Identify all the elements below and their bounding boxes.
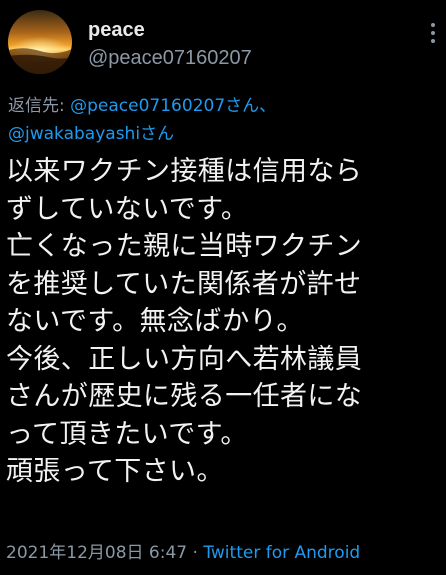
tweet-text-line: を推奨していた関係者が許せ — [6, 268, 362, 300]
source-link[interactable]: Twitter for Android — [203, 543, 360, 563]
timestamp[interactable]: 2021年12月08日 6:47 — [6, 543, 187, 563]
tweet-text-line: ないです。無念ばかり。 — [6, 306, 304, 337]
tweet: peace @peace07160207 返信先: @peace07160207… — [0, 0, 446, 575]
tweet-text-line: ずしていないです。 — [6, 193, 249, 225]
reply-prefix: 返信先: — [8, 96, 71, 116]
user-handle[interactable]: @peace07160207 — [88, 45, 252, 71]
tweet-text-line: って頂きたいです。 — [6, 418, 248, 450]
avatar[interactable] — [8, 10, 72, 74]
more-options-icon[interactable] — [428, 22, 438, 44]
tweet-text-line: さんが歴史に残る一任者にな — [6, 381, 363, 412]
mention-link[interactable]: @jwakabayashiさん — [8, 124, 174, 144]
sunset-avatar-icon — [8, 10, 72, 74]
display-name[interactable]: peace — [88, 18, 252, 42]
reply-context: 返信先: @peace07160207さん、 @jwakabayashiさん — [8, 92, 438, 148]
tweet-text-line: 頑張って下さい。 — [6, 456, 224, 487]
tweet-text: 以来ワクチン接種は信用なら ずしていないです。 亡くなった親に当時ワクチン を推… — [6, 153, 440, 491]
tweet-meta: 2021年12月08日 6:47 · Twitter for Android — [6, 540, 442, 566]
author-names: peace @peace07160207 — [88, 18, 252, 71]
tweet-text-line: 亡くなった親に当時ワクチン — [6, 231, 363, 262]
tweet-header: peace @peace07160207 — [8, 10, 438, 76]
mention-link[interactable]: @peace07160207さん、 — [70, 96, 276, 116]
meta-separator: · — [187, 543, 204, 563]
tweet-text-line: 以来ワクチン接種は信用なら — [6, 156, 363, 187]
tweet-text-line: 今後、正しい方向へ若林議員 — [6, 343, 363, 375]
